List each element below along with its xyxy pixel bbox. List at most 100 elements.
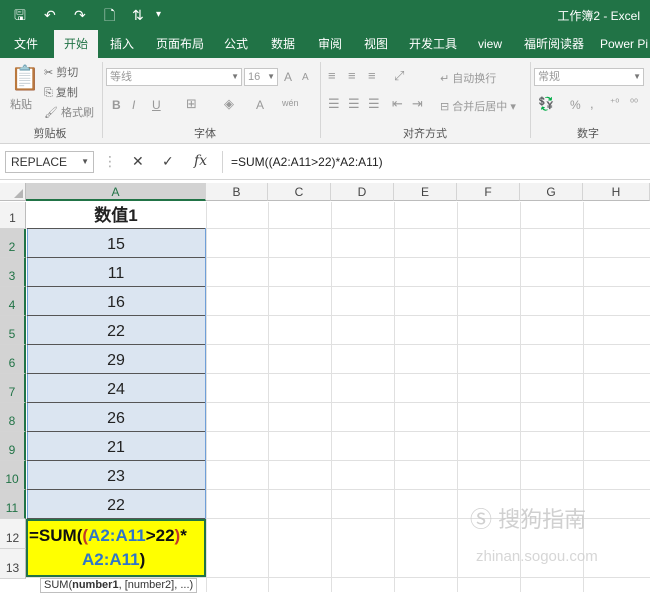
- enter-icon[interactable]: ✓: [162, 153, 174, 170]
- underline-button[interactable]: U: [152, 98, 161, 112]
- row-header-4[interactable]: 4: [0, 287, 26, 316]
- column-header-d[interactable]: D: [331, 183, 394, 201]
- cut-label: 剪切: [56, 67, 79, 79]
- grow-font-button[interactable]: A: [284, 70, 292, 84]
- tab-review[interactable]: 审阅: [310, 30, 350, 58]
- orientation-icon[interactable]: ⤢: [394, 68, 404, 84]
- chevron-down-icon: ▼: [81, 157, 89, 166]
- column-header-a[interactable]: A: [26, 183, 206, 201]
- cell-a3[interactable]: 11: [27, 258, 205, 287]
- currency-icon[interactable]: 💱: [538, 96, 554, 112]
- redo-icon[interactable]: ↷: [74, 6, 86, 24]
- number-format-dropdown[interactable]: 常规 ▼: [534, 68, 644, 86]
- font-color-button[interactable]: A: [256, 98, 264, 112]
- font-group-label: 字体: [194, 128, 216, 140]
- name-box[interactable]: REPLACE ▼: [5, 151, 94, 173]
- undo-icon[interactable]: ↶: [44, 6, 56, 24]
- merge-center-button[interactable]: ⊟ 合并后居中 ▾: [440, 98, 516, 114]
- tab-data[interactable]: 数据: [262, 30, 304, 58]
- cell-a9[interactable]: 21: [27, 432, 205, 461]
- borders-icon[interactable]: ⊞: [186, 96, 197, 112]
- row-number: 8: [8, 414, 16, 428]
- in-cell-formula-editor[interactable]: =SUM((A2:A11>22)* A2:A11): [29, 524, 207, 572]
- align-bottom-icon[interactable]: ≡: [368, 68, 376, 83]
- column-header-c[interactable]: C: [268, 183, 331, 201]
- function-tooltip[interactable]: SUM(number1, [number2], ...): [40, 578, 198, 593]
- font-name-dropdown[interactable]: 等线 ▼: [106, 68, 242, 86]
- copy-button[interactable]: ⎘ 复制: [44, 84, 78, 100]
- column-header-f[interactable]: F: [457, 183, 520, 201]
- cell-a2[interactable]: 15: [27, 229, 205, 258]
- cell-a10[interactable]: 23: [27, 461, 205, 490]
- insert-function-icon[interactable]: fx: [194, 153, 207, 169]
- row-header-12[interactable]: 12: [0, 519, 26, 549]
- decrease-decimal-icon[interactable]: ⁰⁰: [630, 98, 638, 109]
- shrink-font-button[interactable]: A: [302, 72, 309, 83]
- tab-page-layout[interactable]: 页面布局: [150, 30, 210, 58]
- outdent-icon[interactable]: ⇥: [412, 96, 423, 112]
- column-header-b[interactable]: B: [206, 183, 268, 201]
- percent-button[interactable]: %: [570, 98, 581, 112]
- row-header-2[interactable]: 2: [0, 229, 26, 258]
- row-header-9[interactable]: 9: [0, 432, 26, 461]
- name-box-value: REPLACE: [11, 155, 68, 169]
- tab-developer[interactable]: 开发工具: [404, 30, 462, 58]
- phonetic-button[interactable]: wén: [282, 98, 299, 108]
- italic-button[interactable]: I: [132, 98, 135, 112]
- row-header-3[interactable]: 3: [0, 258, 26, 287]
- customize-qat-icon[interactable]: ▾: [156, 6, 161, 24]
- font-size-dropdown[interactable]: 16 ▼: [244, 68, 278, 86]
- tooltip-arg-current: number1: [72, 579, 119, 591]
- row-header-10[interactable]: 10: [0, 461, 26, 490]
- increase-decimal-icon[interactable]: ⁺⁰: [610, 98, 619, 109]
- align-top-icon[interactable]: ≡: [328, 68, 336, 83]
- formula-input[interactable]: =SUM((A2:A11>22)*A2:A11): [222, 151, 650, 173]
- row-header-8[interactable]: 8: [0, 403, 26, 432]
- select-all-button[interactable]: [0, 183, 26, 201]
- tab-formulas[interactable]: 公式: [216, 30, 256, 58]
- align-left-icon[interactable]: ☰: [328, 96, 340, 112]
- align-center-icon[interactable]: ☰: [348, 96, 360, 112]
- cell-a1[interactable]: 数值1: [27, 202, 205, 229]
- save-icon[interactable]: 🖫: [14, 6, 26, 24]
- tab-view-addin[interactable]: view: [470, 30, 510, 58]
- row-header-13[interactable]: 13: [0, 549, 26, 579]
- cut-button[interactable]: ✂ 剪切: [44, 64, 78, 80]
- column-header-g[interactable]: G: [520, 183, 583, 201]
- sort-icon[interactable]: ⇅: [132, 6, 144, 24]
- format-painter-button[interactable]: 🖌 格式刷: [44, 104, 94, 120]
- cell-a8[interactable]: 26: [27, 403, 205, 432]
- indent-icon[interactable]: ⇤: [392, 96, 403, 112]
- cell-a6[interactable]: 29: [27, 345, 205, 374]
- cell-a7[interactable]: 24: [27, 374, 205, 403]
- align-right-icon[interactable]: ☰: [368, 96, 380, 112]
- cancel-icon[interactable]: ✕: [132, 153, 144, 170]
- row-header-6[interactable]: 6: [0, 345, 26, 374]
- cell-a5[interactable]: 22: [27, 316, 205, 345]
- row-header-1[interactable]: 1: [0, 202, 26, 229]
- gridline: [331, 202, 332, 592]
- formula-bar: REPLACE ▼ ⋮ ✕ ✓ fx =SUM((A2:A11>22)*A2:A1…: [0, 144, 650, 180]
- tab-power-pivot[interactable]: Power Pi: [600, 30, 650, 58]
- row-header-11[interactable]: 11: [0, 490, 26, 519]
- formula-bar-splitter-icon[interactable]: ⋮: [103, 153, 117, 170]
- print-preview-icon[interactable]: 🗋: [104, 6, 115, 24]
- comma-style-icon[interactable]: ,: [590, 96, 594, 111]
- paste-icon[interactable]: 📋: [10, 64, 40, 93]
- tab-view[interactable]: 视图: [356, 30, 396, 58]
- bold-button[interactable]: B: [112, 98, 121, 112]
- row-header-5[interactable]: 5: [0, 316, 26, 345]
- tab-foxit-reader[interactable]: 福昕阅读器: [518, 30, 590, 58]
- wrap-text-button[interactable]: ↵ 自动换行: [440, 70, 496, 86]
- tab-insert[interactable]: 插入: [102, 30, 142, 58]
- align-middle-icon[interactable]: ≡: [348, 68, 356, 83]
- cell-a4[interactable]: 16: [27, 287, 205, 316]
- column-header-h[interactable]: H: [583, 183, 650, 201]
- cell-a11[interactable]: 22: [27, 490, 205, 519]
- paste-button[interactable]: 粘贴: [10, 96, 32, 112]
- fill-color-icon[interactable]: ◈: [224, 96, 234, 112]
- row-header-7[interactable]: 7: [0, 374, 26, 403]
- column-header-e[interactable]: E: [394, 183, 457, 201]
- tab-home[interactable]: 开始: [54, 30, 98, 58]
- tab-file[interactable]: 文件: [6, 30, 46, 58]
